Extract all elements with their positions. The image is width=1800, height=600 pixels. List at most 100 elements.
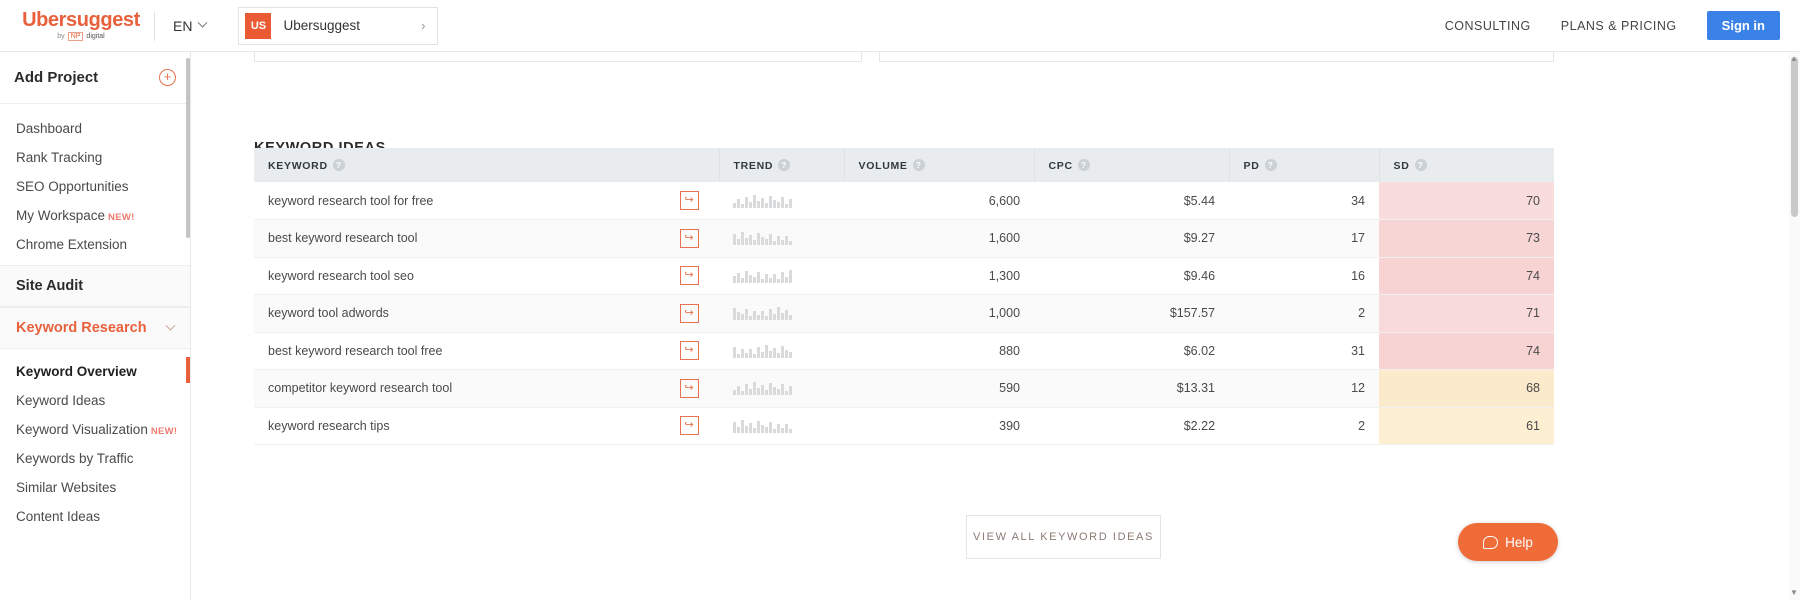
sidebar-item-seo-opportunities[interactable]: SEO Opportunities: [0, 172, 190, 201]
nav-link-plans-pricing[interactable]: PLANS & PRICING: [1561, 19, 1677, 33]
table-row[interactable]: competitor keyword research tool ↪ 590 $13.…: [254, 369, 1555, 408]
open-keyword-arrow-icon[interactable]: ↪: [679, 341, 699, 361]
project-selector[interactable]: US Ubersuggest ›: [238, 6, 439, 45]
trend-sparkline-icon: [733, 194, 830, 208]
sidebar-item-keyword-overview[interactable]: Keyword Overview: [0, 357, 190, 386]
cell-trend: [719, 257, 845, 295]
column-header-trend[interactable]: TREND?: [719, 148, 845, 182]
table-header-row: KEYWORD? TREND? VOLUME? CPC? PD? SD ?: [254, 148, 1555, 182]
info-icon[interactable]: ?: [1264, 158, 1277, 171]
logo-wordmark: Ubersuggest: [22, 9, 140, 31]
sidebar-item-dashboard[interactable]: Dashboard: [0, 114, 190, 143]
cell-keyword[interactable]: keyword tool adwords: [254, 294, 659, 333]
sidebar-item-keyword-visualization[interactable]: Keyword Visualization NEW!: [0, 415, 190, 444]
table-row[interactable]: best keyword research tool ↪ 1,600 $9.27 17 7…: [254, 219, 1555, 258]
table-body: keyword research tool for free ↪ 6,600 $5.4…: [254, 182, 1555, 445]
open-keyword-arrow-icon[interactable]: ↪: [679, 303, 699, 323]
sidebar-section-label: Keyword Research: [16, 320, 147, 336]
cell-trend: [719, 369, 845, 408]
language-label: EN: [173, 17, 193, 34]
main-content: KEYWORD IDEAS SUGGESTIONS RELATED QUESTI…: [191, 52, 1800, 600]
sidebar-item-keyword-ideas[interactable]: Keyword Ideas: [0, 386, 190, 415]
cell-keyword[interactable]: keyword research tool for free: [254, 182, 659, 220]
table-row[interactable]: keyword tool adwords ↪ 1,000 $157.57 2 71: [254, 294, 1555, 333]
cell-open-action[interactable]: ↪: [659, 219, 720, 258]
open-keyword-arrow-icon[interactable]: ↪: [679, 228, 699, 248]
table-row[interactable]: keyword research tool seo ↪ 1,300 $9.46 16 74: [254, 257, 1555, 295]
sidebar-item-similar-websites[interactable]: Similar Websites: [0, 473, 190, 502]
sidebar-item-content-ideas[interactable]: Content Ideas: [0, 502, 190, 531]
project-country-flag: US: [245, 12, 272, 39]
cell-keyword[interactable]: keyword research tips: [254, 407, 659, 445]
column-header-sd[interactable]: SD?: [1379, 148, 1555, 182]
sidebar-primary-nav: Dashboard Rank Tracking SEO Opportunitie…: [0, 104, 190, 265]
info-icon[interactable]: ?: [1414, 158, 1427, 171]
cell-pd: 2: [1229, 294, 1380, 333]
column-header-pd[interactable]: PD?: [1229, 148, 1380, 182]
cell-open-action[interactable]: ↪: [659, 257, 720, 295]
sidebar-item-label: SEO Opportunities: [16, 179, 129, 194]
sidebar-item-rank-tracking[interactable]: Rank Tracking: [0, 143, 190, 172]
help-label: Help: [1505, 534, 1533, 550]
cell-cpc: $13.31: [1034, 369, 1230, 408]
nav-link-consulting[interactable]: CONSULTING: [1445, 19, 1531, 33]
cell-open-action[interactable]: ↪: [659, 407, 720, 445]
sidebar-item-my-workspace[interactable]: My Workspace NEW!: [0, 201, 190, 230]
cell-open-action[interactable]: ↪: [659, 294, 720, 333]
sidebar-section-site-audit[interactable]: Site Audit: [0, 265, 190, 307]
language-selector[interactable]: EN: [173, 17, 208, 34]
cell-volume: 6,600: [844, 182, 1035, 220]
cell-sd: 71: [1379, 294, 1555, 333]
cell-sd: 61: [1379, 407, 1555, 445]
sidebar-item-label: My Workspace: [16, 208, 106, 223]
info-icon[interactable]: ?: [332, 158, 345, 171]
column-header-volume[interactable]: VOLUME?: [844, 148, 1035, 182]
page-scrollbar-thumb[interactable]: [1791, 57, 1798, 217]
scroll-up-arrow-icon[interactable]: ▲: [1790, 54, 1799, 63]
cell-keyword[interactable]: competitor keyword research tool: [254, 369, 659, 408]
view-all-keyword-ideas-button[interactable]: VIEW ALL KEYWORD IDEAS: [966, 515, 1161, 559]
help-widget-button[interactable]: Help: [1458, 523, 1558, 561]
cell-cpc: $9.46: [1034, 257, 1230, 295]
cell-pd: 31: [1229, 332, 1380, 370]
info-icon[interactable]: ?: [1077, 158, 1090, 171]
cell-trend: [719, 182, 845, 220]
table-row[interactable]: keyword research tips ↪ 390 $2.22 2 61: [254, 407, 1555, 445]
cell-keyword[interactable]: best keyword research tool free: [254, 332, 659, 370]
cell-pd: 34: [1229, 182, 1380, 220]
chevron-down-icon: [198, 17, 208, 28]
cell-keyword[interactable]: keyword research tool seo: [254, 257, 659, 295]
table-row[interactable]: keyword research tool for free ↪ 6,600 $5.4…: [254, 182, 1555, 220]
sidebar-scrollbar-thumb[interactable]: [186, 58, 190, 238]
open-keyword-arrow-icon[interactable]: ↪: [679, 191, 699, 210]
open-keyword-arrow-icon[interactable]: ↪: [679, 416, 699, 436]
column-label: TREND: [733, 159, 774, 172]
sidebar-item-keywords-by-traffic[interactable]: Keywords by Traffic: [0, 444, 190, 473]
cell-volume: 1,600: [844, 219, 1035, 258]
scroll-down-arrow-icon[interactable]: ▼: [1790, 588, 1799, 597]
cell-keyword[interactable]: best keyword research tool: [254, 219, 659, 258]
keyword-ideas-table-wrapper: KEYWORD? TREND? VOLUME? CPC? PD? SD ? ke…: [254, 148, 1555, 445]
cell-pd: 17: [1229, 219, 1380, 258]
cell-volume: 880: [844, 332, 1035, 370]
sidebar-item-chrome-extension[interactable]: Chrome Extension: [0, 230, 190, 259]
info-icon[interactable]: ?: [912, 158, 925, 171]
column-header-keyword[interactable]: KEYWORD?: [254, 148, 720, 182]
ubersuggest-logo[interactable]: Ubersuggest by NP digital: [16, 10, 146, 41]
column-header-cpc[interactable]: CPC?: [1034, 148, 1230, 182]
cell-open-action[interactable]: ↪: [659, 369, 720, 408]
add-project-button[interactable]: Add Project +: [0, 52, 190, 104]
open-keyword-arrow-icon[interactable]: ↪: [679, 266, 699, 286]
sidebar-item-label: Chrome Extension: [16, 237, 128, 252]
cell-pd: 12: [1229, 369, 1380, 408]
sign-in-button[interactable]: Sign in: [1706, 11, 1780, 40]
plus-circle-icon[interactable]: +: [159, 69, 176, 86]
table-row[interactable]: best keyword research tool free ↪ 880 $6.02…: [254, 332, 1555, 370]
info-icon[interactable]: ?: [778, 158, 791, 171]
logo-byline: by NP digital: [16, 32, 146, 41]
sidebar-section-keyword-research[interactable]: Keyword Research: [0, 307, 190, 349]
cell-open-action[interactable]: ↪: [659, 332, 720, 370]
cell-open-action[interactable]: ↪: [659, 182, 720, 220]
open-keyword-arrow-icon[interactable]: ↪: [679, 378, 699, 398]
chat-bubble-icon: [1483, 535, 1499, 549]
